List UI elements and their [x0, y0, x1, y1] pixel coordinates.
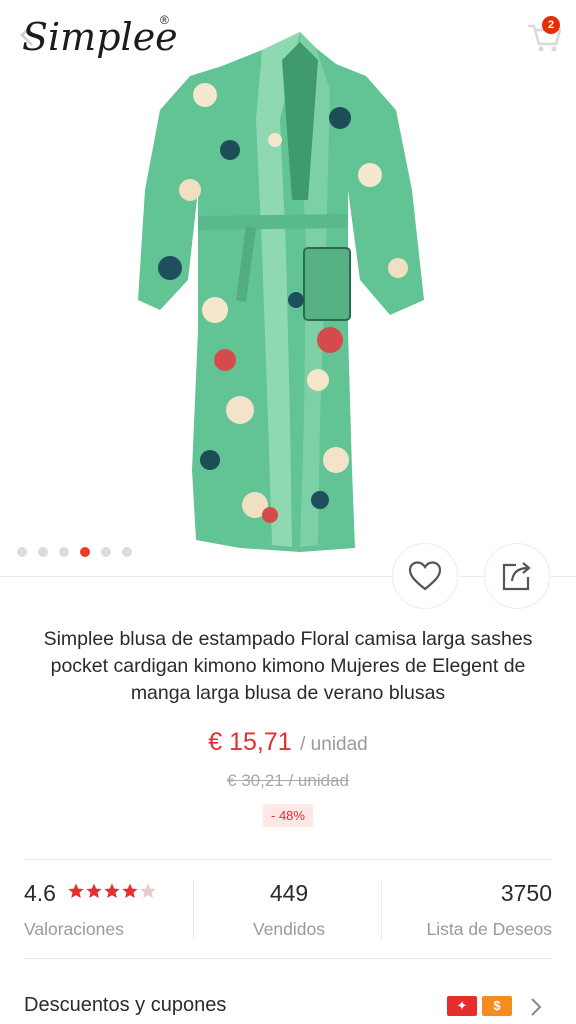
wishlist-stat: 3750 Lista de Deseos — [384, 878, 553, 942]
stat-separator — [381, 880, 382, 940]
stat-separator — [193, 880, 194, 940]
brand-name: Simplee — [22, 15, 178, 59]
divider — [24, 958, 552, 959]
coupons-label: Descuentos y cupones — [24, 994, 227, 1016]
cart-count-badge: 2 — [542, 16, 560, 34]
product-image — [138, 32, 424, 552]
dollar-coupon-icon: $ — [482, 996, 512, 1016]
original-price: € 30,21 / unidad — [227, 771, 349, 790]
gallery-dot[interactable] — [17, 547, 27, 557]
rating-stars-icon — [68, 883, 156, 898]
price-unit: / unidad — [300, 734, 368, 755]
discount-wrap: - 48% — [0, 804, 576, 827]
stats-row: 4.6 Valoraciones 449 Vendidos 3750 Lista… — [24, 878, 552, 942]
gallery-dot[interactable] — [122, 547, 132, 557]
gallery-dot[interactable] — [38, 547, 48, 557]
price-row: € 15,71 / unidad — [0, 728, 576, 757]
gallery-dot-active[interactable] — [80, 547, 90, 557]
top-bar: Simplee ® 2 — [0, 0, 576, 72]
discount-badge: - 48% — [263, 804, 313, 827]
coupon-icons: ✦ $ — [447, 996, 512, 1016]
wishlist-label: Lista de Deseos — [426, 919, 553, 939]
rating-stat[interactable]: 4.6 Valoraciones — [24, 878, 194, 942]
coupons-row[interactable]: Descuentos y cupones ✦ $ — [24, 990, 552, 1024]
divider — [24, 859, 552, 860]
current-price: € 15,71 — [208, 728, 292, 756]
chevron-right-icon — [531, 998, 542, 1016]
wishlist-value: 3750 — [500, 880, 552, 906]
sold-label: Vendidos — [252, 919, 325, 939]
wishlist-button[interactable] — [392, 543, 458, 609]
share-icon — [502, 562, 531, 591]
brand-logo: Simplee ® — [22, 6, 182, 72]
store-coupon-icon: ✦ — [447, 996, 477, 1016]
share-button[interactable] — [484, 543, 550, 609]
product-gallery[interactable]: Simplee ® 2 — [0, 0, 576, 576]
gallery-dot[interactable] — [59, 547, 69, 557]
rating-label: Valoraciones — [24, 919, 124, 939]
heart-icon — [408, 561, 442, 591]
product-title: Simplee blusa de estampado Floral camisa… — [43, 628, 533, 704]
sold-stat: 449 Vendidos — [214, 878, 364, 942]
gallery-indicator — [17, 547, 132, 557]
trademark-mark: ® — [160, 13, 169, 27]
sold-value: 449 — [269, 880, 309, 906]
rating-value: 4.6 — [24, 880, 56, 906]
gallery-dot[interactable] — [101, 547, 111, 557]
